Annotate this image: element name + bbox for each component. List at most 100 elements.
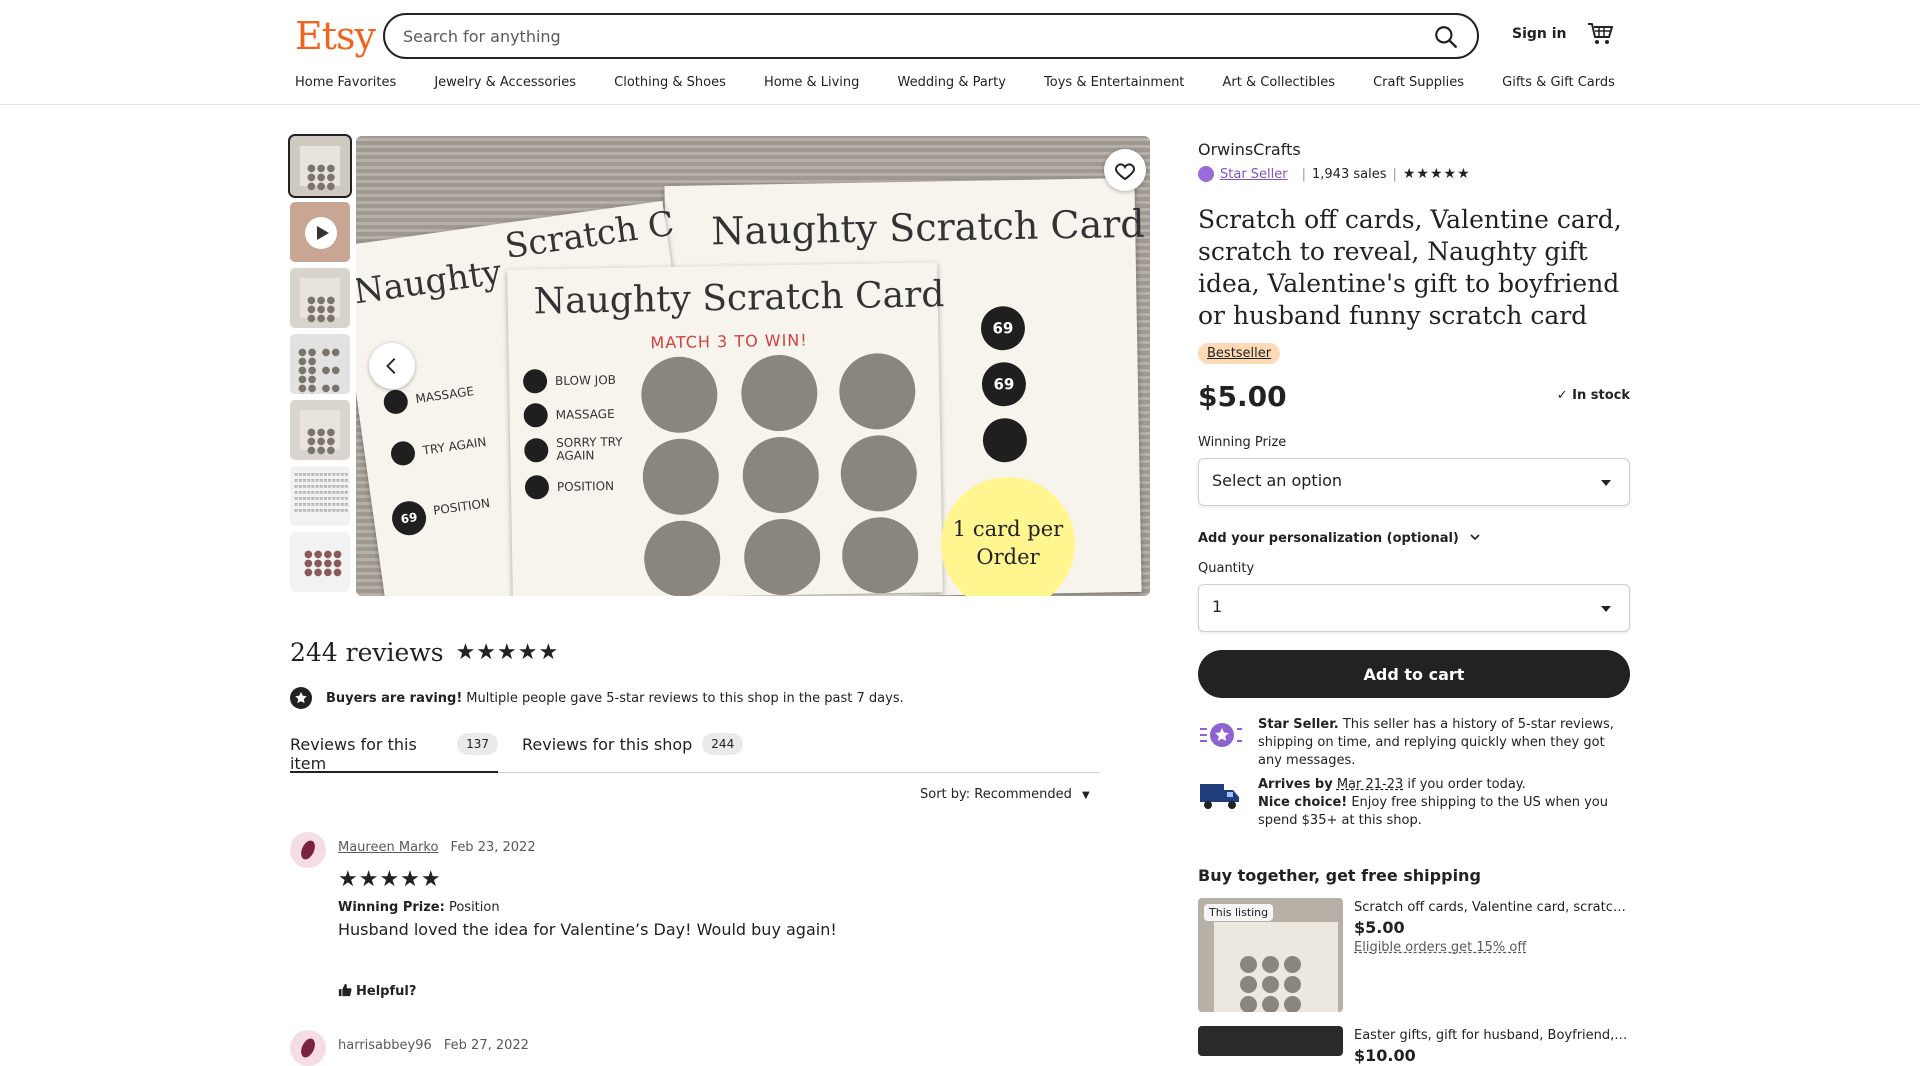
star-seller-icon (1198, 166, 1214, 182)
play-icon (305, 217, 337, 249)
bundle-item-title[interactable]: Easter gifts, gift for husband, Boyfrien… (1354, 1028, 1630, 1043)
reviews-heading: 244 reviews ★★★★★ (290, 638, 559, 667)
price: $5.00 (1198, 380, 1287, 413)
nav-clothing[interactable]: Clothing & Shoes (614, 75, 726, 97)
number-tag: 69 (980, 305, 1026, 351)
scratch-circle (740, 354, 819, 432)
prev-image-button[interactable] (369, 343, 415, 389)
scratch-circle (840, 434, 918, 512)
chevron-left-icon (386, 358, 396, 374)
shipping-info: Arrives by Mar 21-23 if you order today.… (1198, 776, 1630, 832)
legend-item: BLOW JOB (522, 368, 616, 394)
oil-tag (982, 417, 1028, 463)
tab-count: 137 (457, 733, 498, 755)
shop-rating-stars[interactable]: ★★★★★ (1403, 166, 1471, 182)
bundle-item[interactable]: This listing Scratch off cards, Valentin… (1198, 898, 1630, 1012)
search-bar[interactable] (383, 13, 1479, 59)
personalization-toggle[interactable]: Add your personalization (optional) (1198, 531, 1481, 546)
winning-prize-label: Winning Prize (1198, 435, 1287, 450)
bundle-item-image: This listing (1198, 898, 1343, 1012)
divider: | (1301, 166, 1306, 182)
divider: | (1392, 166, 1397, 182)
rating-stars: ★★★★★ (455, 640, 560, 665)
review-date: Feb 23, 2022 (450, 840, 536, 855)
bundle-item[interactable]: Easter gifts, gift for husband, Boyfrien… (1198, 1026, 1630, 1065)
card-back-title: Naughty Scratch Card (710, 201, 1146, 254)
helpful-button[interactable]: Helpful? (338, 983, 416, 999)
winning-prize-select[interactable]: Select an option (1198, 458, 1630, 506)
shop-name[interactable]: OrwinsCrafts (1198, 140, 1301, 159)
site-header: Etsy Sign in Home Favorites Jewelry & Ac… (0, 0, 1920, 105)
search-input[interactable] (403, 23, 1383, 49)
card-front-title: Naughty Scratch Card (533, 274, 945, 323)
arrival-date[interactable]: Mar 21-23 (1337, 777, 1403, 792)
review-prize: Winning Prize: Position (338, 900, 500, 915)
raving-text: Multiple people gave 5-star reviews to t… (466, 690, 904, 706)
match-text: MATCH 3 TO WIN! (650, 330, 808, 353)
sign-in-link[interactable]: Sign in (1512, 26, 1567, 42)
buy-together-heading: Buy together, get free shipping (1198, 866, 1481, 885)
bundle-item-title[interactable]: Scratch off cards, Valentine card, scrat… (1354, 900, 1630, 915)
nav-jewelry[interactable]: Jewelry & Accessories (434, 75, 576, 97)
nav-art[interactable]: Art & Collectibles (1223, 75, 1335, 97)
favorite-button[interactable] (1104, 149, 1146, 191)
scratch-circle (643, 520, 721, 596)
search-icon[interactable] (1433, 24, 1459, 50)
add-to-cart-button[interactable]: Add to cart (1198, 650, 1630, 698)
nav-home-living[interactable]: Home & Living (764, 75, 859, 97)
thumbnail[interactable]: ●●● ●●● ●●● (290, 400, 350, 460)
tab-count: 244 (702, 733, 744, 755)
legend-item: POSITION (524, 474, 615, 500)
card-left-title: Naughty (356, 252, 504, 313)
tab-shop-reviews[interactable]: Reviews for this shop 244 (522, 733, 744, 773)
thumbnail[interactable]: ●●● ●●● ●●● (288, 134, 352, 198)
scratch-circle (743, 518, 821, 596)
scratch-circle (742, 436, 820, 514)
quantity-select[interactable]: 1 (1198, 584, 1630, 632)
raving-bold: Buyers are raving! (326, 690, 463, 706)
bestseller-badge[interactable]: Bestseller (1198, 343, 1281, 364)
thumbnail[interactable]: ●●●● ●●●● ●●●● (290, 532, 350, 592)
avatar[interactable] (290, 832, 326, 868)
badge-line2: Order (976, 545, 1040, 569)
review-text: Husband loved the idea for Valentine’s D… (338, 920, 837, 939)
reviews-tabs: Reviews for this item 137 Reviews for th… (290, 733, 1100, 773)
video-thumbnail[interactable] (290, 202, 350, 262)
cart-icon[interactable] (1587, 22, 1613, 46)
sort-dropdown[interactable]: Sort by: Recommended ▼ (920, 787, 1090, 802)
main-listing-image[interactable]: Naughty Scratch Card 69 69 Naughty Scrat… (356, 136, 1150, 596)
thumbnail[interactable]: ≡≡≡≡≡≡≡≡≡≡≡≡≡ ≡≡≡≡≡≡≡≡≡≡≡≡≡ ≡≡≡≡≡≡≡≡≡≡≡≡≡ ≡… (290, 466, 350, 526)
star-seller-info: Star Seller. This seller has a history o… (1198, 716, 1630, 770)
buyers-raving: Buyers are raving! Multiple people gave … (290, 687, 904, 709)
nav-craft[interactable]: Craft Supplies (1373, 75, 1464, 97)
check-icon: ✓ (1556, 388, 1568, 403)
star-seller-text: Star Seller. This seller has a history o… (1258, 717, 1614, 768)
nav-gifts[interactable]: Gifts & Gift Cards (1502, 75, 1615, 97)
truck-icon (1200, 784, 1239, 809)
number-tag: 69 (389, 498, 429, 538)
avatar[interactable] (290, 1030, 326, 1066)
review-author-link[interactable]: Maureen Marko (338, 840, 438, 855)
review-author-link[interactable]: harrisabbey96 (338, 1038, 432, 1053)
listing-title: Scratch off cards, Valentine card, scrat… (1198, 205, 1622, 330)
scratch-circle (841, 516, 919, 594)
review-item: harrisabbey96 Feb 27, 2022 (290, 1030, 1090, 1066)
bundle-item-price: $10.00 (1354, 1046, 1416, 1065)
one-card-badge: 1 card per Order (941, 477, 1075, 596)
badge-line1: 1 card per (952, 517, 1064, 541)
quantity-label: Quantity (1198, 561, 1255, 576)
thumbnail[interactable]: ●●● ●●● ●●● (290, 268, 350, 328)
nav-home-favorites[interactable]: Home Favorites (295, 75, 396, 97)
thumbnail[interactable]: ●● ●● ●●●● ●● ●●●● ●● ●● (290, 334, 350, 394)
bundle-discount-note[interactable]: Eligible orders get 15% off (1354, 940, 1526, 955)
nav-wedding[interactable]: Wedding & Party (897, 75, 1005, 97)
caret-down-icon (1601, 480, 1611, 486)
star-seller-link[interactable]: Star Seller (1220, 167, 1288, 182)
thumbnail-strip: ●●● ●●● ●●● ●●● ●●● ●●● ●● ●● ●● ●● ●● ●● ●● ●… (288, 134, 352, 598)
caret-down-icon (1601, 606, 1611, 612)
seller-row: Star Seller | 1,943 sales | ★★★★★ (1198, 166, 1471, 182)
tab-item-reviews[interactable]: Reviews for this item 137 (290, 733, 498, 773)
etsy-logo[interactable]: Etsy (295, 14, 376, 58)
heart-icon (1114, 163, 1136, 181)
nav-toys[interactable]: Toys & Entertainment (1044, 75, 1184, 97)
